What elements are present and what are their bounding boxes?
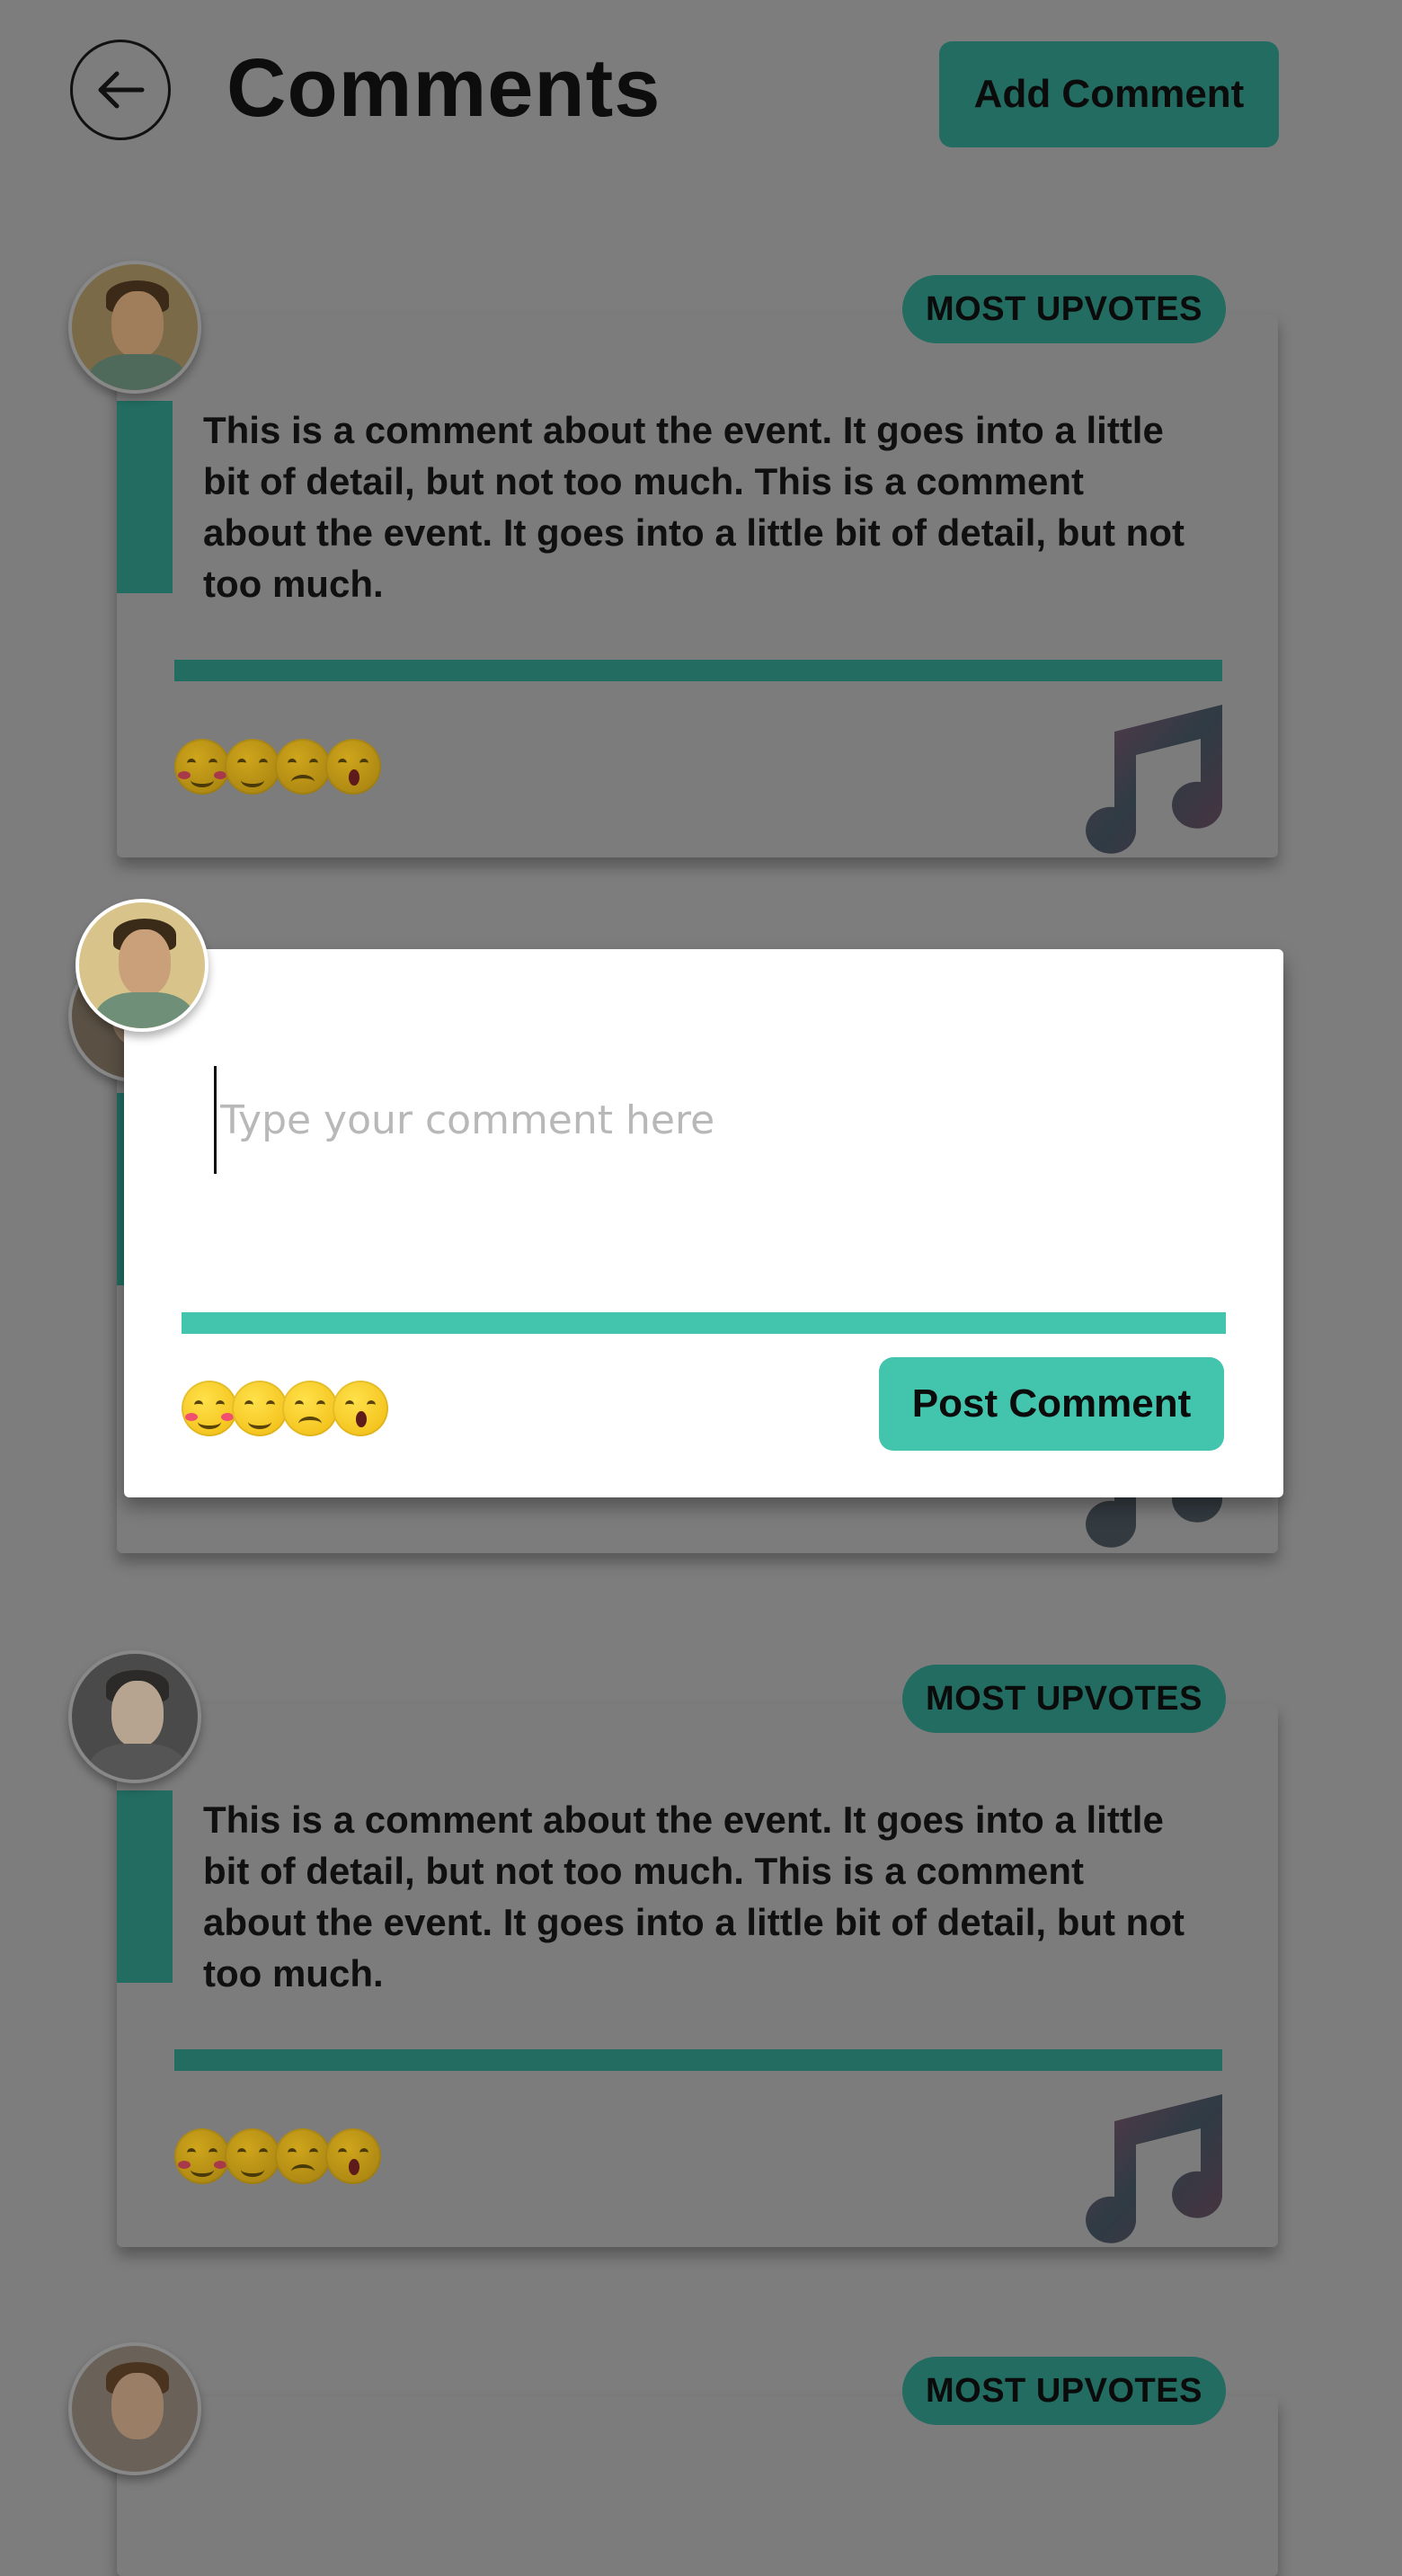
unamused-emoji-icon[interactable] [282, 1381, 338, 1436]
page-title: Comments [226, 42, 661, 134]
comment-accent-bar [117, 1790, 173, 1983]
avatar[interactable] [75, 899, 209, 1032]
most-upvotes-badge: MOST UPVOTES [902, 2357, 1226, 2425]
shocked-emoji-icon[interactable] [325, 2128, 381, 2184]
comment-text: This is a comment about the event. It go… [203, 409, 1185, 605]
most-upvotes-badge: MOST UPVOTES [902, 1665, 1226, 1733]
blushing-smile-emoji-icon[interactable] [174, 2128, 230, 2184]
comment-input[interactable] [214, 1066, 1191, 1174]
comment-divider [174, 660, 1222, 681]
add-comment-modal: Post Comment [124, 949, 1283, 1497]
back-button[interactable] [70, 40, 171, 140]
music-note-icon[interactable] [1078, 696, 1231, 857]
comment-card: MOST UPVOTES [117, 2357, 1278, 2576]
back-arrow-icon [98, 71, 145, 109]
avatar[interactable] [68, 2342, 201, 2475]
comment-accent-bar [117, 401, 173, 593]
add-comment-button[interactable]: Add Comment [939, 41, 1279, 147]
reaction-emojis [174, 2128, 381, 2184]
comment-divider [174, 2049, 1222, 2071]
avatar[interactable] [68, 261, 201, 394]
comment-text: This is a comment about the event. It go… [203, 1799, 1185, 1994]
music-note-icon[interactable] [1078, 2085, 1231, 2247]
blushing-smile-emoji-icon[interactable] [174, 739, 230, 795]
reaction-emojis [174, 739, 381, 795]
comment-card: This is a comment about the event. It go… [117, 1665, 1278, 2247]
modal-divider [182, 1312, 1226, 1334]
shocked-emoji-icon[interactable] [325, 739, 381, 795]
comment-card: This is a comment about the event. It go… [117, 275, 1278, 857]
avatar[interactable] [68, 1650, 201, 1783]
post-comment-button[interactable]: Post Comment [879, 1357, 1224, 1451]
smile-emoji-icon[interactable] [225, 2128, 280, 2184]
smile-emoji-icon[interactable] [225, 739, 280, 795]
shocked-emoji-icon[interactable] [333, 1381, 388, 1436]
unamused-emoji-icon[interactable] [275, 2128, 331, 2184]
most-upvotes-badge: MOST UPVOTES [902, 275, 1226, 343]
blushing-smile-emoji-icon[interactable] [182, 1381, 237, 1436]
unamused-emoji-icon[interactable] [275, 739, 331, 795]
smile-emoji-icon[interactable] [232, 1381, 288, 1436]
reaction-emojis [182, 1381, 388, 1436]
